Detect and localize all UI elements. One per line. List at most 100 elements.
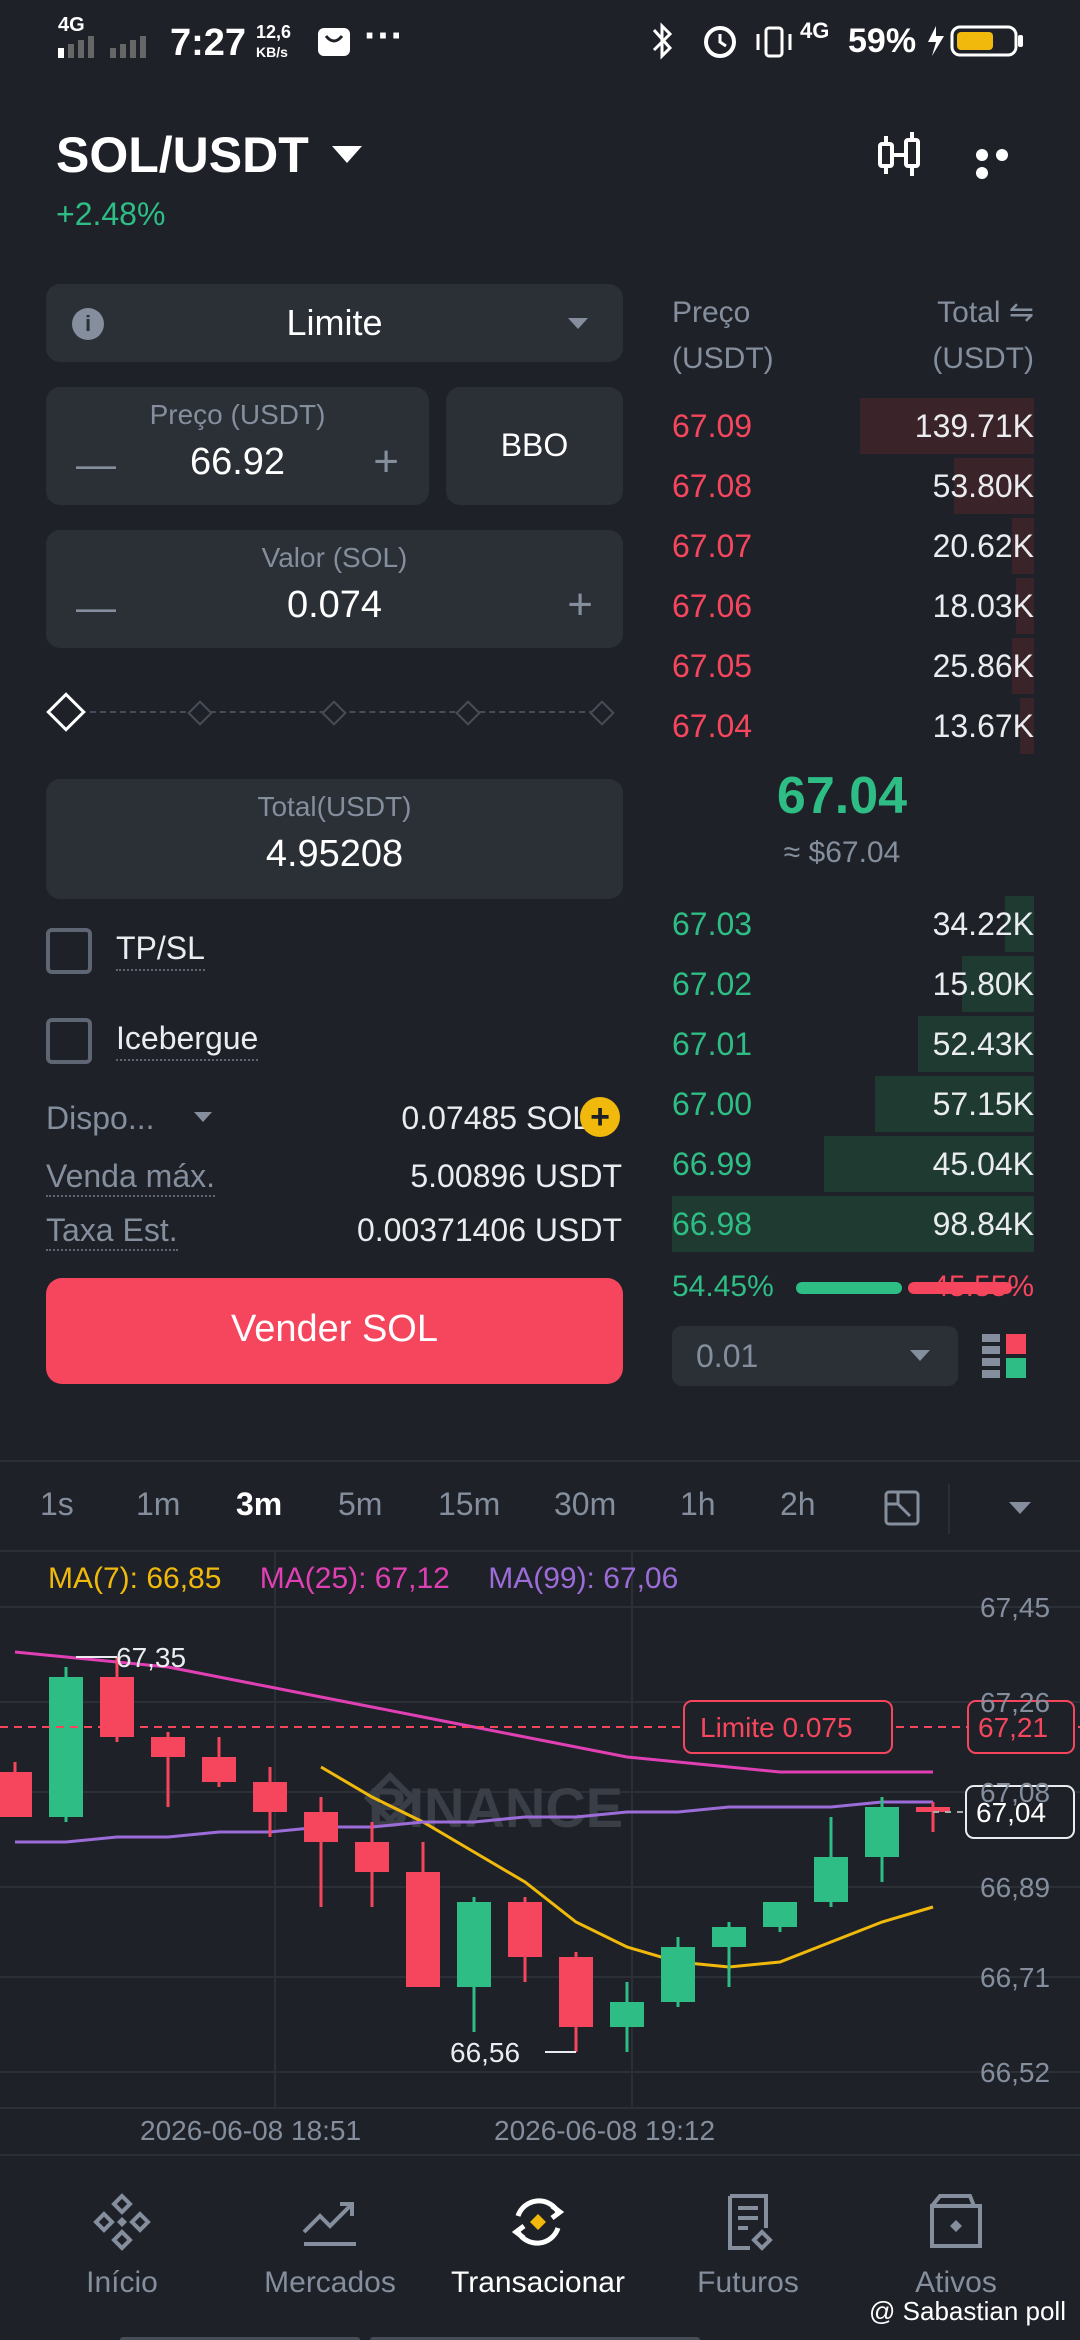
fee-value: 0.00371406 USDT [356, 1212, 622, 1248]
price-increase-icon[interactable]: + [373, 437, 399, 487]
precision-select[interactable]: 0.01 [672, 1326, 958, 1386]
bid-price: 67.00 [672, 1086, 753, 1122]
signal-icon [58, 36, 146, 58]
bid-row[interactable]: 66.99 45.04K [672, 1134, 1034, 1194]
nav-futures[interactable]: Futuros [648, 2192, 848, 2300]
bid-row[interactable]: 67.00 57.15K [672, 1074, 1034, 1134]
price-decrease-icon[interactable]: — [76, 443, 116, 488]
nav-futures-label: Futuros [697, 2266, 799, 2299]
ask-row[interactable]: 67.08 53.80K [672, 456, 1034, 516]
fee-label[interactable]: Taxa Est. [46, 1212, 178, 1251]
ask-row[interactable]: 67.06 18.03K [672, 576, 1034, 636]
max-sell-value: 5.00896 USDT [410, 1158, 622, 1194]
bid-price: 67.03 [672, 906, 753, 942]
iceberg-label[interactable]: Icebergue [116, 1020, 259, 1061]
interval-tab-15m[interactable]: 15m [438, 1486, 500, 1523]
y-tick-label: 66,71 [980, 1962, 1050, 1993]
amount-decrease-icon[interactable]: — [76, 586, 116, 631]
ask-price: 67.07 [672, 528, 753, 564]
slider-step-50[interactable] [321, 700, 347, 726]
slider-step-75[interactable] [455, 700, 481, 726]
available-value: 0.07485 SOL [401, 1100, 590, 1136]
interval-tab-1h[interactable]: 1h [680, 1486, 716, 1523]
y-tick-label: 67,45 [980, 1592, 1050, 1623]
sell-ratio: 45.55% [932, 1270, 1034, 1303]
y-tick-label: 67,08 [980, 1777, 1050, 1808]
interval-tab-1m[interactable]: 1m [136, 1486, 180, 1523]
sell-button[interactable]: Vender SOL [46, 1278, 623, 1384]
slider-step-100[interactable] [589, 700, 615, 726]
amount-increase-icon[interactable]: + [567, 580, 593, 630]
interval-tab-30m[interactable]: 30m [554, 1486, 616, 1523]
candle-body [202, 1757, 236, 1782]
price-header-line1: Preço [672, 296, 751, 329]
nav-assets[interactable]: Ativos [856, 2192, 1056, 2300]
nav-trade[interactable]: Transacionar [438, 2192, 638, 2300]
speed-top: 12,6 [256, 22, 292, 42]
candle-body [661, 1947, 695, 2002]
y-tick-label: 66,89 [980, 1872, 1050, 1903]
system-icons [652, 22, 792, 60]
iceberg-checkbox[interactable] [46, 1018, 92, 1064]
total-header-line1: Total ⇋ [937, 296, 1034, 329]
slider-handle[interactable] [46, 692, 86, 732]
interval-tab-1s[interactable]: 1s [40, 1486, 74, 1523]
ask-total: 25.86K [932, 648, 1034, 684]
nav-markets[interactable]: Mercados [230, 2192, 430, 2300]
bid-total: 45.04K [932, 1146, 1034, 1182]
slider-step-25[interactable] [187, 700, 213, 726]
battery-icon [928, 25, 1023, 57]
orderbook-total-header[interactable]: Total ⇋ (USDT) [932, 290, 1034, 382]
more-options-icon[interactable] [976, 148, 1032, 179]
alarm-icon [704, 26, 736, 58]
bid-row[interactable]: 67.02 15.80K [672, 954, 1034, 1014]
futures-icon [728, 2194, 773, 2251]
amount-input-value[interactable]: 0.074 [46, 584, 623, 627]
interval-more-icon[interactable] [1009, 1502, 1031, 1514]
bid-row[interactable]: 67.03 34.22K [672, 894, 1034, 954]
bid-price: 67.02 [672, 966, 753, 1002]
tpsl-checkbox[interactable] [46, 928, 92, 974]
add-funds-icon[interactable]: + [580, 1097, 620, 1137]
sell-button-label: Vender SOL [230, 1308, 439, 1350]
bbo-button[interactable]: BBO [446, 387, 623, 505]
last-price-usd: ≈ $67.04 [783, 836, 901, 869]
bid-row[interactable]: 66.98 98.84K [672, 1194, 1034, 1254]
chart-settings-icon[interactable] [884, 1490, 920, 1526]
candle-body [457, 1902, 491, 1987]
interval-tab-2h[interactable]: 2h [780, 1486, 816, 1523]
tpsl-label[interactable]: TP/SL [116, 930, 205, 971]
bid-total: 15.80K [932, 966, 1034, 1002]
nav-markets-label: Mercados [264, 2266, 396, 2299]
available-dropdown-icon[interactable] [194, 1112, 212, 1122]
pair-dropdown-icon[interactable] [332, 146, 362, 163]
price-input[interactable]: Preço (USDT) 66.92 — + [46, 387, 429, 505]
nav-home[interactable]: Início [22, 2192, 222, 2300]
bid-total: 52.43K [932, 1026, 1034, 1062]
ask-row[interactable]: 67.04 13.67K [672, 696, 1034, 756]
interval-tab-5m[interactable]: 5m [338, 1486, 382, 1523]
y-tick-label: 66,52 [980, 2057, 1050, 2088]
ask-row[interactable]: 67.07 20.62K [672, 516, 1034, 576]
candle-body [151, 1737, 185, 1757]
ask-row[interactable]: 67.05 25.86K [672, 636, 1034, 696]
ask-total: 20.62K [932, 528, 1034, 564]
ask-row[interactable]: 67.09 139.71K [672, 396, 1034, 456]
ask-price: 67.04 [672, 708, 753, 744]
trading-pair-title[interactable]: SOL/USDT [56, 126, 309, 184]
price-input-label: Preço (USDT) [149, 399, 326, 430]
total-input[interactable]: Total(USDT) 4.95208 [46, 779, 623, 899]
candle-body [610, 2002, 644, 2027]
amount-slider[interactable] [46, 692, 615, 732]
last-price: 67.04 [776, 767, 908, 825]
amount-input[interactable]: Valor (SOL) 0.074 — + [46, 530, 623, 648]
available-label[interactable]: Dispo... [46, 1100, 154, 1137]
chart-toggle-icon[interactable] [874, 130, 924, 180]
orderbook-layout-icon[interactable] [982, 1334, 1028, 1380]
candlestick-chart[interactable]: BINANCE67,3566,56Limite 0.075 67,2167,046… [0, 1552, 1080, 2152]
total-input-value[interactable]: 4.95208 [46, 833, 623, 876]
order-type-select[interactable]: i Limite [46, 284, 623, 362]
bid-row[interactable]: 67.01 52.43K [672, 1014, 1034, 1074]
interval-tab-3m[interactable]: 3m [236, 1486, 282, 1523]
max-sell-label[interactable]: Venda máx. [46, 1158, 215, 1197]
